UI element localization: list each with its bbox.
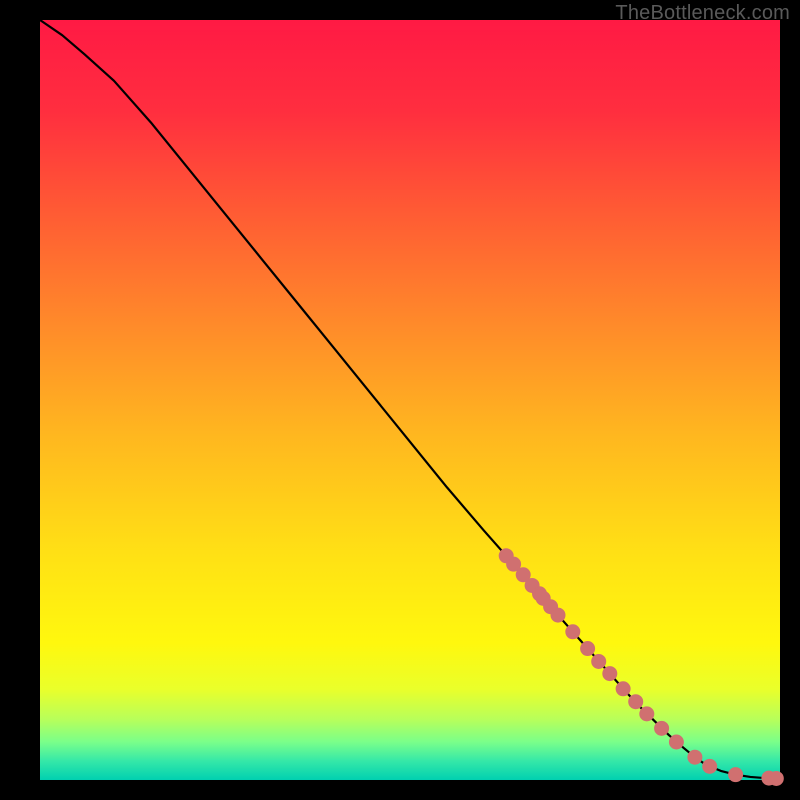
data-marker xyxy=(629,695,643,709)
data-marker xyxy=(551,608,565,622)
chart-frame: TheBottleneck.com xyxy=(0,0,800,800)
data-marker xyxy=(769,771,783,785)
plot-area xyxy=(40,20,780,780)
data-marker xyxy=(603,667,617,681)
data-marker xyxy=(729,768,743,782)
data-marker xyxy=(703,759,717,773)
data-marker xyxy=(655,721,669,735)
curve-line xyxy=(40,20,776,778)
data-marker xyxy=(640,707,654,721)
data-marker xyxy=(581,642,595,656)
chart-svg xyxy=(40,20,780,780)
data-marker xyxy=(566,625,580,639)
data-marker xyxy=(669,735,683,749)
data-marker xyxy=(616,682,630,696)
data-marker xyxy=(688,750,702,764)
data-marker xyxy=(592,654,606,668)
